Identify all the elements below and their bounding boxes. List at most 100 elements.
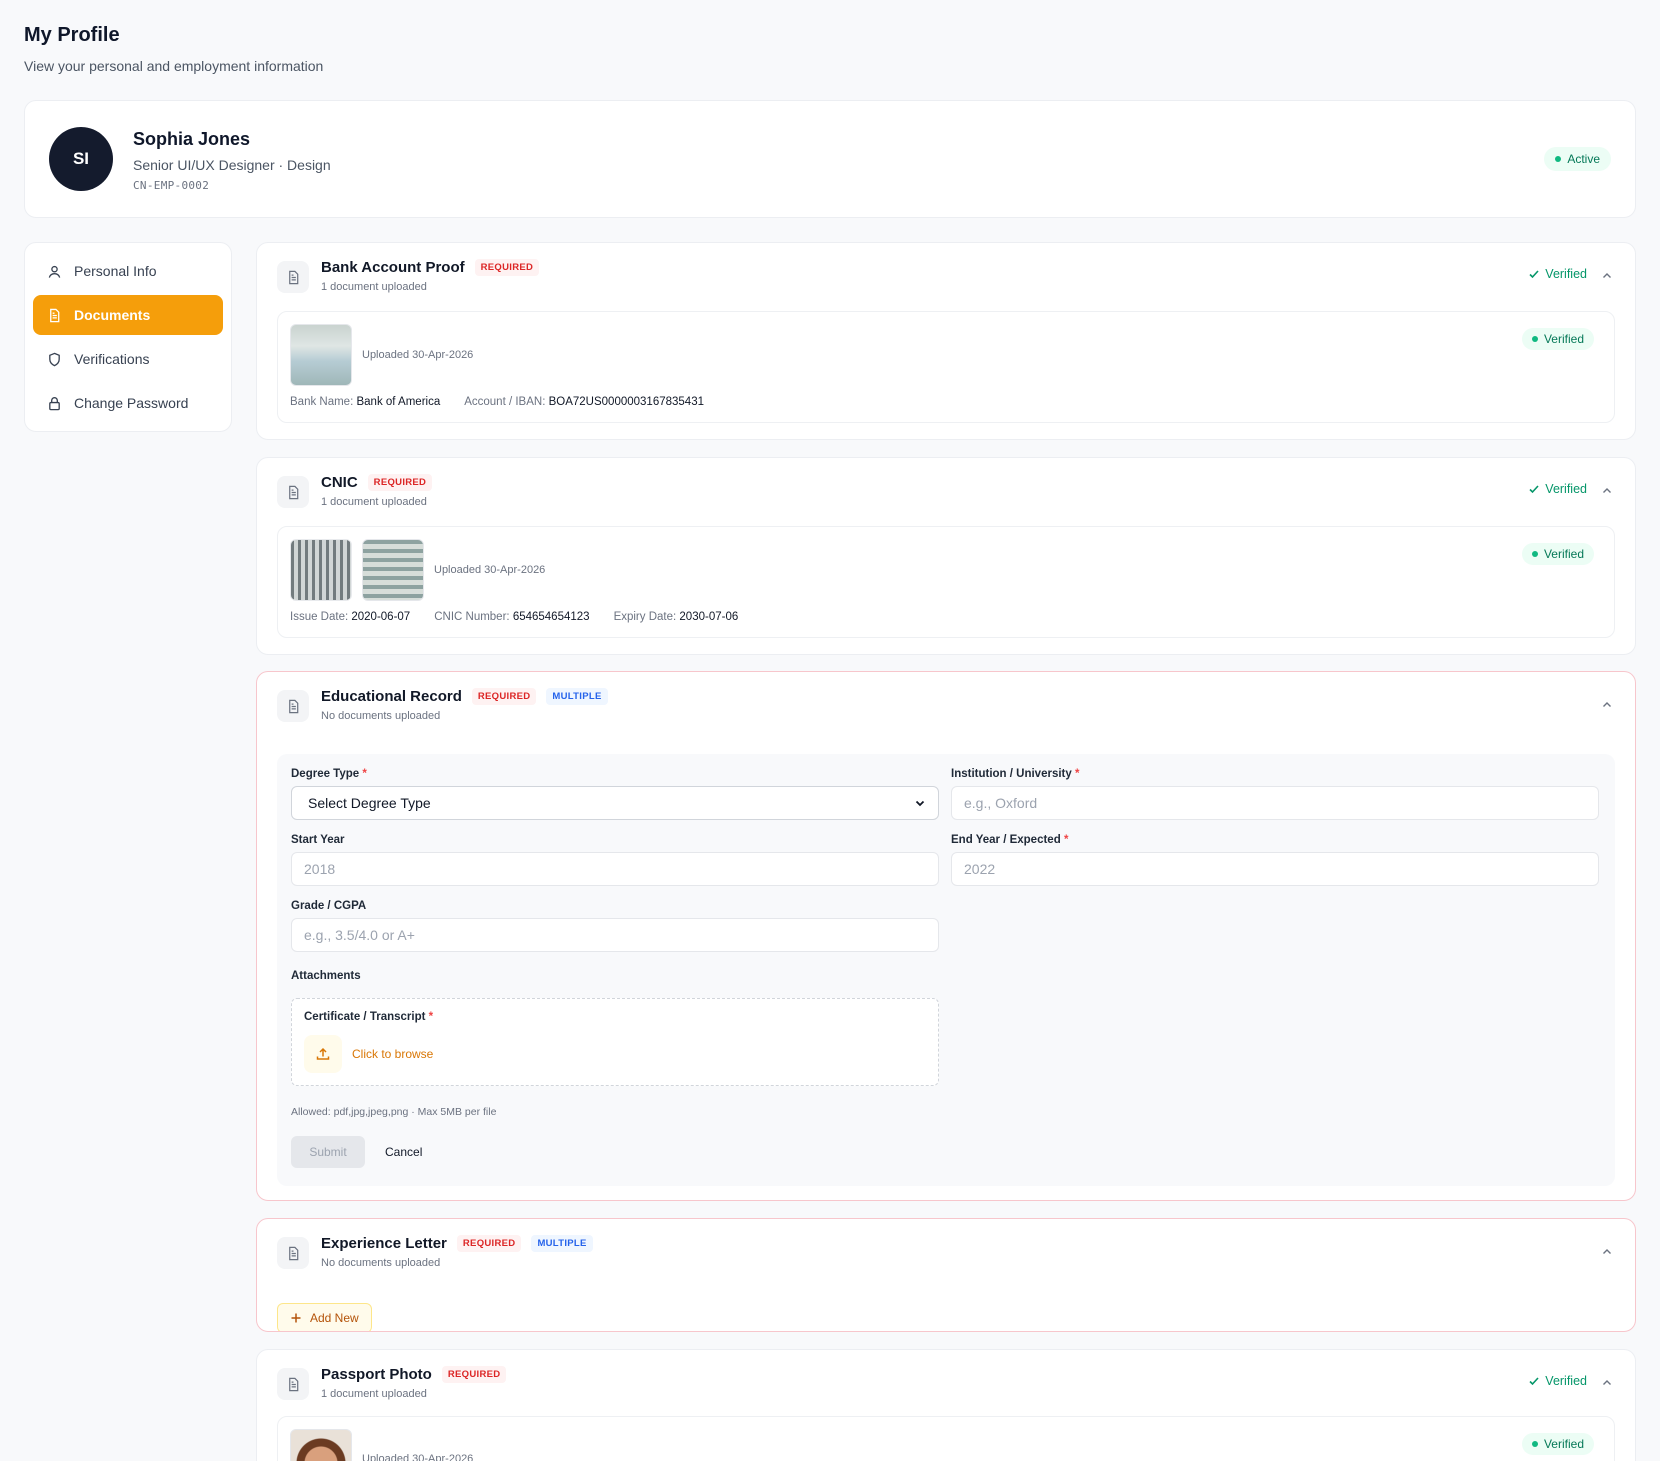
document-item: Uploaded 30-Apr-2026 Verified — [277, 1416, 1615, 1461]
certificate-label-text: Certificate / Transcript — [304, 1011, 426, 1023]
doc-count: 1 document uploaded — [321, 496, 427, 508]
check-icon — [1529, 270, 1539, 279]
add-new-label: Add New — [310, 1311, 359, 1325]
file-verified-badge: Verified — [1521, 328, 1594, 350]
required-mark: * — [428, 1011, 434, 1023]
employee-id: CN-EMP-0002 — [133, 179, 210, 192]
required-mark: * — [1063, 834, 1069, 846]
file-verified-badge: Verified — [1521, 543, 1594, 565]
attachments-label: Attachments — [291, 970, 361, 982]
grade-input[interactable]: e.g., 3.5/4.0 or A+ — [291, 918, 939, 952]
status-dot-icon — [1531, 1441, 1538, 1447]
chevron-up-icon[interactable] — [1601, 1377, 1613, 1389]
institution-label: Institution / University * — [951, 768, 1079, 780]
required-mark: * — [1074, 768, 1080, 780]
doc-title: Educational Record — [321, 688, 462, 705]
account-value: BOA72US0000003167835431 — [548, 396, 704, 408]
upload-icon[interactable] — [304, 1035, 342, 1073]
check-icon — [1529, 485, 1539, 494]
multiple-tag: MULTIPLE — [546, 688, 608, 705]
required-tag: REQUIRED — [471, 688, 537, 705]
check-icon — [1529, 1377, 1539, 1386]
passport-photo-thumbnail[interactable] — [290, 1429, 352, 1461]
allowed-file-types: Allowed: pdf,jpg,jpeg,png · Max 5MB per … — [291, 1106, 497, 1118]
profile-card: SI Sophia Jones Senior UI/UX Designer · … — [24, 100, 1636, 218]
issue-date-value: 2020-06-07 — [351, 611, 411, 623]
certificate-upload-dropzone[interactable]: Certificate / Transcript * Click to brow… — [291, 998, 939, 1086]
avatar: SI — [49, 127, 113, 191]
account-label: Account / IBAN: — [464, 396, 546, 408]
verified-status: Verified — [1528, 267, 1587, 281]
doc-title: Passport Photo — [321, 1366, 432, 1383]
submit-button[interactable]: Submit — [291, 1136, 365, 1168]
start-year-input[interactable]: 2018 — [291, 852, 939, 886]
document-icon — [277, 261, 309, 293]
degree-type-label: Degree Type * — [291, 768, 367, 780]
bank-document-thumbnail[interactable] — [290, 324, 352, 386]
expiry-date-value: 2030-07-06 — [679, 611, 739, 623]
end-year-placeholder: 2022 — [964, 861, 996, 877]
expiry-date-label: Expiry Date: — [613, 611, 677, 623]
sidebar-item-change-password[interactable]: Change Password — [33, 383, 223, 423]
chevron-up-icon[interactable] — [1601, 699, 1613, 711]
doc-count: No documents uploaded — [321, 1257, 441, 1269]
doc-count: 1 document uploaded — [321, 281, 427, 293]
doc-count: 1 document uploaded — [321, 1388, 427, 1400]
multiple-tag: MULTIPLE — [531, 1235, 593, 1252]
add-new-button[interactable]: Add New — [277, 1303, 372, 1331]
cnic-number-label: CNIC Number: — [434, 611, 510, 623]
status-dot-icon — [1531, 551, 1538, 557]
file-verified-badge: Verified — [1521, 1433, 1594, 1455]
doc-card-experience-letter: Experience Letter REQUIRED MULTIPLE No d… — [256, 1218, 1636, 1332]
cnic-front-thumbnail[interactable] — [290, 539, 352, 601]
doc-count: No documents uploaded — [321, 710, 441, 722]
cnic-details: Issue Date: 2020-06-07 CNIC Number: 6546… — [290, 611, 738, 623]
sidebar-item-verifications[interactable]: Verifications — [33, 339, 223, 379]
sidebar-item-label: Verifications — [74, 351, 150, 367]
chevron-up-icon[interactable] — [1601, 1246, 1613, 1258]
file-verified-label: Verified — [1543, 1437, 1584, 1451]
required-mark: * — [362, 768, 367, 780]
doc-card-cnic: CNIC REQUIRED 1 document uploaded Verifi… — [256, 457, 1636, 655]
sidebar-item-personal-info[interactable]: Personal Info — [33, 251, 223, 291]
cnic-back-thumbnail[interactable] — [362, 539, 424, 601]
sidebar-item-documents[interactable]: Documents — [33, 295, 223, 335]
chevron-up-icon[interactable] — [1601, 485, 1613, 497]
start-year-placeholder: 2018 — [304, 861, 336, 877]
verified-label: Verified — [1545, 267, 1587, 281]
cnic-number-value: 654654654123 — [512, 611, 590, 623]
grade-label: Grade / CGPA — [291, 900, 367, 912]
degree-type-label-text: Degree Type — [291, 768, 360, 780]
chevron-up-icon[interactable] — [1601, 270, 1613, 282]
uploaded-date: Uploaded 30-Apr-2026 — [434, 564, 546, 576]
page-title: My Profile — [24, 24, 120, 46]
document-icon — [277, 690, 309, 722]
end-year-input[interactable]: 2022 — [951, 852, 1599, 886]
sidebar-item-label: Documents — [74, 307, 151, 323]
sidebar-item-label: Personal Info — [74, 263, 157, 279]
doc-card-passport-photo: Passport Photo REQUIRED 1 document uploa… — [256, 1349, 1636, 1461]
status-dot-icon — [1555, 156, 1562, 162]
profile-name: Sophia Jones — [133, 129, 251, 149]
grade-placeholder: e.g., 3.5/4.0 or A+ — [304, 927, 415, 943]
institution-input[interactable]: e.g., Oxford — [951, 786, 1599, 820]
degree-type-value: Select Degree Type — [308, 795, 431, 811]
browse-link[interactable]: Click to browse — [352, 1047, 433, 1061]
required-tag: REQUIRED — [441, 1366, 507, 1383]
shield-icon — [49, 352, 60, 366]
profile-role: Senior UI/UX Designer · Design — [133, 157, 331, 173]
uploaded-date: Uploaded 30-Apr-2026 — [362, 1453, 474, 1461]
doc-card-bank-account-proof: Bank Account Proof REQUIRED 1 document u… — [256, 242, 1636, 440]
cancel-button[interactable]: Cancel — [385, 1136, 422, 1168]
chevron-down-icon — [915, 800, 925, 807]
required-tag: REQUIRED — [456, 1235, 522, 1252]
bank-details: Bank Name: Bank of America Account / IBA… — [290, 396, 704, 408]
user-icon — [48, 265, 61, 278]
status-badge-label: Active — [1567, 152, 1600, 166]
doc-title: CNIC — [321, 474, 358, 491]
end-year-label-text: End Year / Expected — [951, 834, 1061, 846]
required-tag: REQUIRED — [367, 474, 433, 491]
education-form: Degree Type * Select Degree Type Institu… — [277, 754, 1615, 1186]
institution-placeholder: e.g., Oxford — [964, 795, 1038, 811]
degree-type-select[interactable]: Select Degree Type — [291, 786, 939, 820]
